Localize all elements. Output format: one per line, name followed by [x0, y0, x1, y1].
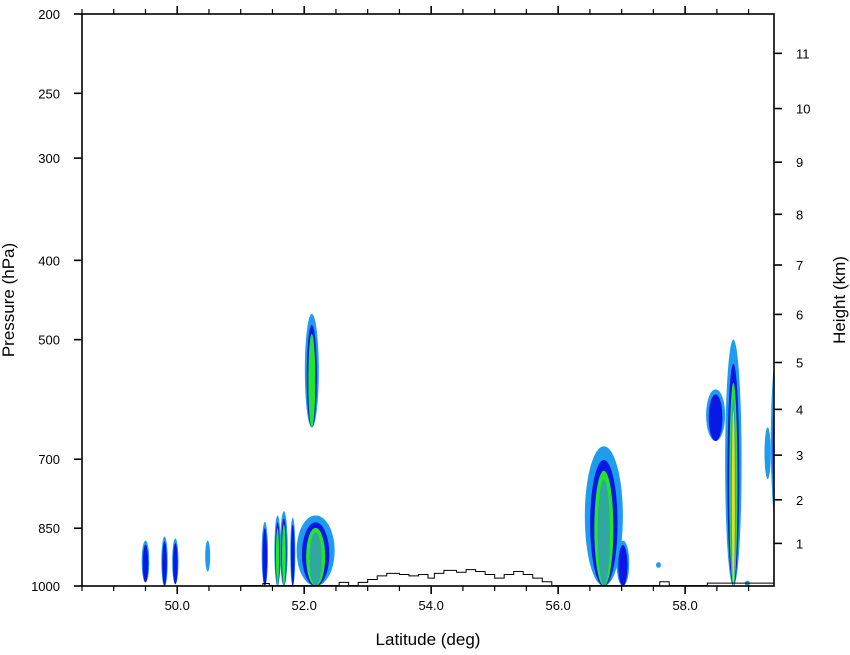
chart-svg: 50.0 52.0 54.0 56.0 58.020025030040050070085…: [0, 6, 849, 649]
right-tick-label: 4: [796, 402, 803, 417]
right-tick-label: 8: [796, 207, 803, 222]
contour-level: [655, 562, 661, 568]
contour-level: [262, 528, 268, 586]
y-tick-label: 500: [38, 333, 60, 348]
contour-level: [275, 527, 280, 586]
plot-background: [82, 14, 774, 586]
contour-level: [205, 540, 211, 572]
right-tick-label: 1: [796, 536, 803, 551]
contour-level: [597, 479, 610, 586]
right-tick-label: 5: [796, 355, 803, 370]
x-tick-label: 54.0: [419, 598, 444, 613]
right-tick-label: 7: [796, 258, 803, 273]
right-tick-label: 2: [796, 493, 803, 508]
right-tick-label: 11: [796, 46, 810, 61]
y-tick-label: 700: [38, 452, 60, 467]
contour-level: [162, 541, 167, 586]
y-tick-label: 1000: [31, 579, 60, 594]
x-tick-label: 52.0: [292, 598, 317, 613]
x-tick-label: 56.0: [545, 598, 570, 613]
contour-level: [764, 427, 771, 479]
y-tick-label: 400: [38, 253, 60, 268]
y-tick-label: 850: [38, 521, 60, 536]
x-tick-label: 50.0: [165, 598, 190, 613]
y-tick-label: 200: [38, 7, 60, 22]
right-tick-label: 6: [796, 307, 803, 322]
contour-level: [708, 394, 723, 442]
right-tick-label: 3: [796, 448, 803, 463]
contour-level: [142, 544, 149, 583]
contour-level: [290, 524, 295, 586]
x-tick-label: 58.0: [672, 598, 697, 613]
right-tick-label: 10: [796, 102, 810, 117]
contour-level: [281, 524, 286, 586]
contour-level: [731, 410, 735, 586]
right-axis-title: Height (km): [830, 256, 849, 344]
contour-level: [618, 545, 628, 586]
right-tick-label: 9: [796, 155, 803, 170]
y-axis-title: Pressure (hPa): [0, 243, 18, 357]
y-tick-label: 300: [38, 151, 60, 166]
contour-level: [309, 532, 322, 586]
y-tick-label: 250: [38, 86, 60, 101]
x-axis-title: Latitude (deg): [376, 630, 481, 649]
contour-level: [308, 333, 316, 428]
contour-level: [173, 543, 178, 585]
